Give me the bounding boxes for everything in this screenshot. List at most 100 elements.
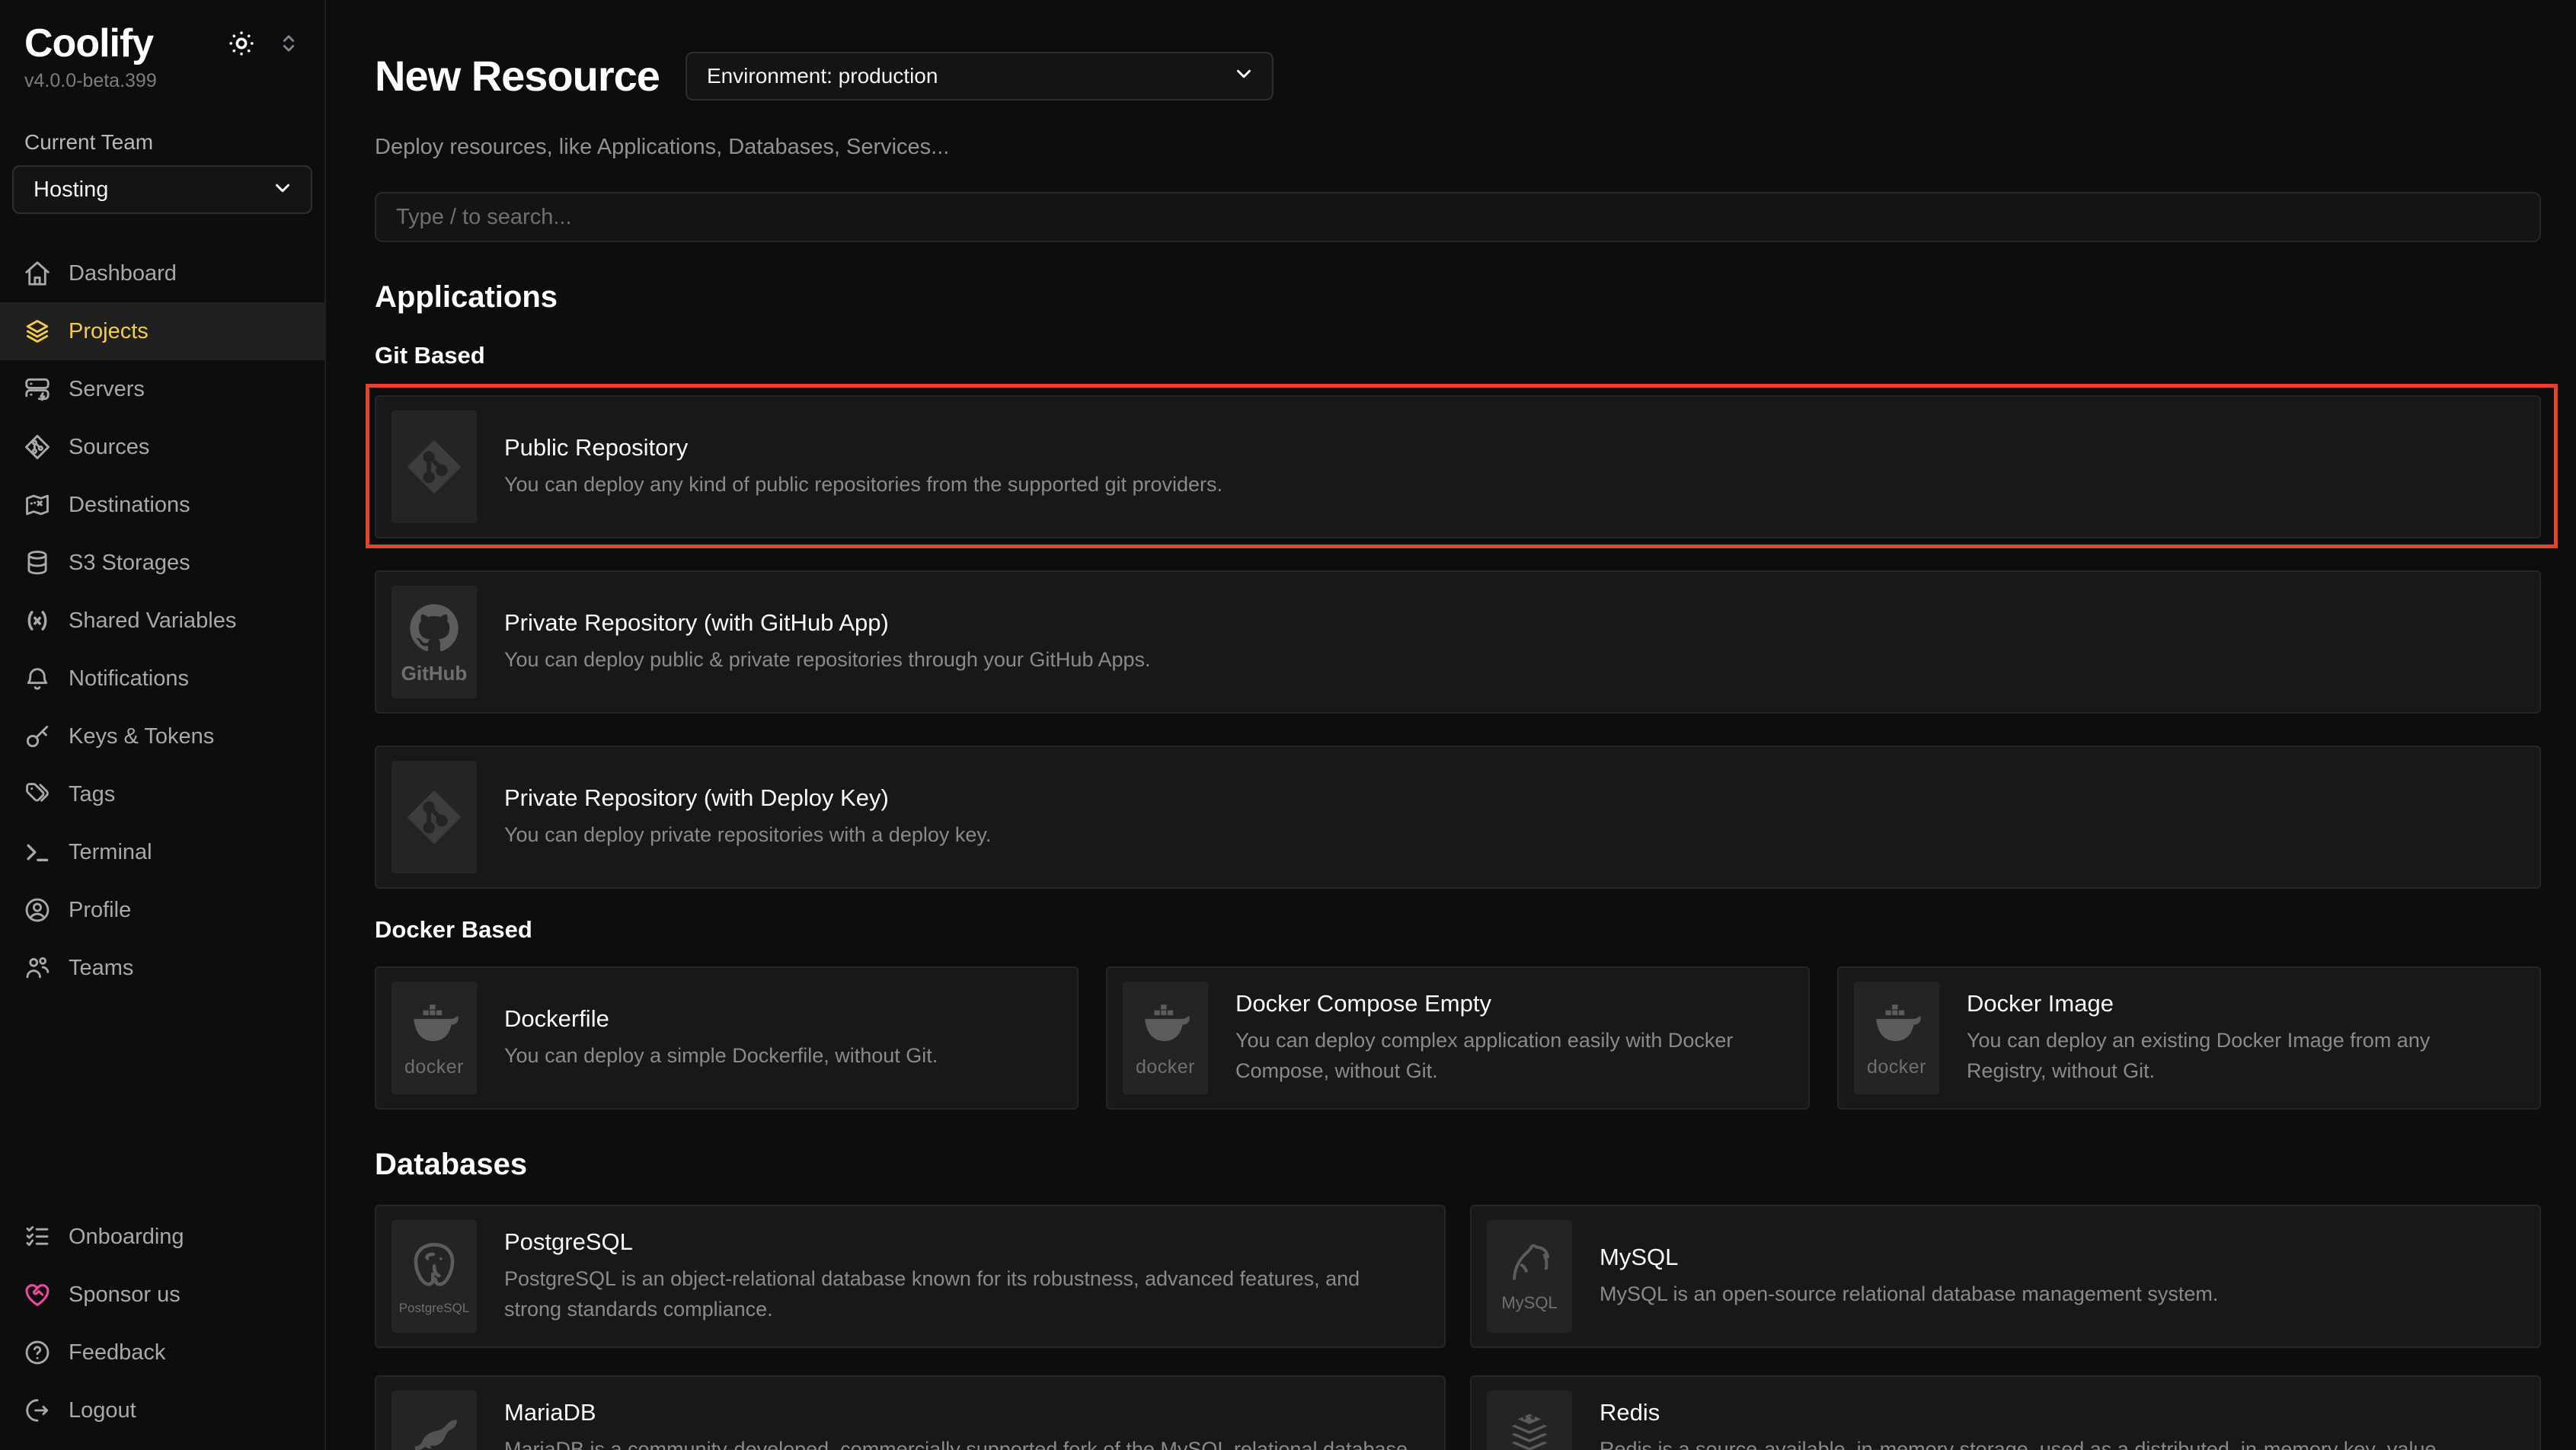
sidebar-item-label: Dashboard [69, 261, 177, 286]
card-description: You can deploy a simple Dockerfile, with… [504, 1040, 938, 1071]
card-title: MySQL [1600, 1244, 2218, 1271]
card-mariadb[interactable]: MariaDB MariaDB MariaDB is a community-d… [375, 1375, 1446, 1450]
sidebar-item-label: Onboarding [69, 1225, 184, 1250]
sidebar-item-sponsor-us[interactable]: Sponsor us [0, 1266, 324, 1324]
home-icon [23, 259, 52, 288]
sidebar-item-keys-tokens[interactable]: Keys & Tokens [0, 707, 324, 765]
card-text: Dockerfile You can deploy a simple Docke… [504, 1005, 938, 1071]
card-text: Private Repository (with Deploy Key) You… [504, 784, 991, 850]
card-public-repository[interactable]: Public Repository You can deploy any kin… [375, 395, 2541, 538]
docker-logo: docker [1854, 982, 1939, 1094]
brand-row: Coolify [0, 23, 324, 64]
sidebar-item-shared-variables[interactable]: Shared Variables [0, 592, 324, 650]
sidebar-item-notifications[interactable]: Notifications [0, 650, 324, 707]
app-logo: Coolify [24, 23, 153, 64]
environment-select-value: Environment: production [707, 64, 938, 88]
sidebar-item-label: Keys & Tokens [69, 724, 214, 749]
sidebar-item-label: Teams [69, 956, 133, 981]
app-root: Coolify [0, 0, 2576, 1450]
card-redis[interactable]: redis Redis Redis is a source-available,… [1470, 1375, 2541, 1450]
variable-icon [23, 606, 52, 635]
card-title: Redis [1600, 1399, 2512, 1426]
card-description: You can deploy an existing Docker Image … [1967, 1025, 2512, 1086]
card-text: PostgreSQL PostgreSQL is an object-relat… [504, 1228, 1417, 1324]
sidebar-item-label: Projects [69, 319, 149, 344]
sidebar-item-sources[interactable]: Sources [0, 418, 324, 476]
environment-select[interactable]: Environment: production [686, 52, 1274, 101]
sidebar-item-dashboard[interactable]: Dashboard [0, 244, 324, 302]
sidebar-item-label: Sources [69, 435, 149, 460]
search-input[interactable] [375, 192, 2541, 242]
layers-icon [23, 317, 52, 346]
sidebar-item-destinations[interactable]: Destinations [0, 476, 324, 534]
sun-icon [227, 29, 256, 60]
card-description: MariaDB is a community-developed, commer… [504, 1434, 1417, 1450]
card-postgresql[interactable]: PostgreSQL PostgreSQL PostgreSQL is an o… [375, 1205, 1446, 1348]
card-description: Redis is a source-available, in-memory s… [1600, 1434, 2512, 1450]
sidebar-item-label: Destinations [69, 493, 190, 518]
docker-logo: docker [392, 982, 477, 1094]
card-description: MySQL is an open-source relational datab… [1600, 1279, 2218, 1309]
sidebar-item-label: Servers [69, 377, 145, 402]
team-select[interactable]: Hosting [12, 165, 312, 214]
card-title: Docker Image [1967, 990, 2512, 1017]
git-icon [23, 433, 52, 462]
app-version: v4.0.0-beta.399 [0, 70, 324, 92]
redis-logo: redis [1487, 1391, 1572, 1450]
card-private-repository-github-app[interactable]: GitHub Private Repository (with GitHub A… [375, 570, 2541, 714]
server-icon [23, 375, 52, 404]
sidebar-item-onboarding[interactable]: Onboarding [0, 1208, 324, 1266]
users-icon [23, 953, 52, 982]
database-icon [23, 548, 52, 577]
card-dockerfile[interactable]: docker Dockerfile You can deploy a simpl… [375, 966, 1079, 1110]
postgresql-logo: PostgreSQL [392, 1220, 477, 1333]
section-git-based-title: Git Based [375, 342, 2541, 369]
sidebar-item-servers[interactable]: Servers [0, 360, 324, 418]
card-text: Private Repository (with GitHub App) You… [504, 609, 1151, 675]
sidebar-item-label: Profile [69, 898, 131, 923]
card-mysql[interactable]: MySQL MySQL MySQL is an open-source rela… [1470, 1205, 2541, 1348]
current-team-label: Current Team [0, 130, 324, 155]
theme-toggle-button[interactable] [227, 29, 256, 60]
page-header: New Resource Environment: production [375, 24, 2541, 127]
map-icon [23, 490, 52, 519]
sidebar-item-s3-storages[interactable]: S3 Storages [0, 534, 324, 592]
github-logo-label: GitHub [401, 662, 468, 685]
sidebar-item-terminal[interactable]: Terminal [0, 823, 324, 881]
card-text: Public Repository You can deploy any kin… [504, 434, 1222, 500]
section-docker-based-title: Docker Based [375, 916, 2541, 944]
card-title: MariaDB [504, 1399, 1417, 1426]
main-content: New Resource Environment: production Dep… [326, 0, 2576, 1450]
card-title: Public Repository [504, 434, 1222, 462]
docker-cards: docker Dockerfile You can deploy a simpl… [375, 966, 2541, 1110]
docker-logo-label: docker [404, 1056, 464, 1078]
sidebar-item-logout[interactable]: Logout [0, 1381, 324, 1439]
sidebar-item-projects[interactable]: Projects [0, 302, 324, 360]
user-circle-icon [23, 896, 52, 925]
card-text: MySQL MySQL is an open-source relational… [1600, 1244, 2218, 1309]
card-docker-image[interactable]: docker Docker Image You can deploy an ex… [1837, 966, 2541, 1110]
sidebar-item-feedback[interactable]: Feedback [0, 1324, 324, 1381]
database-cards: PostgreSQL PostgreSQL PostgreSQL is an o… [375, 1205, 2541, 1450]
git-logo [392, 410, 477, 523]
help-circle-icon [23, 1338, 52, 1367]
card-private-repository-deploy-key[interactable]: Private Repository (with Deploy Key) You… [375, 746, 2541, 889]
mysql-logo-label: MySQL [1501, 1293, 1557, 1313]
card-description: You can deploy any kind of public reposi… [504, 469, 1222, 500]
page-title: New Resource [375, 53, 660, 99]
sidebar-expand-button[interactable] [276, 30, 302, 59]
sidebar-item-teams[interactable]: Teams [0, 939, 324, 997]
docker-logo-label: docker [1136, 1056, 1195, 1078]
sidebar-item-profile[interactable]: Profile [0, 881, 324, 939]
card-title: Private Repository (with GitHub App) [504, 609, 1151, 637]
sidebar-item-label: Shared Variables [69, 608, 236, 634]
sidebar: Coolify [0, 0, 326, 1450]
github-logo: GitHub [392, 586, 477, 698]
checklist-icon [23, 1222, 52, 1251]
bell-icon [23, 664, 52, 693]
card-docker-compose-empty[interactable]: docker Docker Compose Empty You can depl… [1106, 966, 1810, 1110]
sidebar-menu: Dashboard Projects Servers Sources [0, 244, 324, 997]
sidebar-item-tags[interactable]: Tags [0, 765, 324, 823]
sidebar-item-label: Logout [69, 1398, 136, 1423]
chevron-down-icon [271, 177, 294, 203]
